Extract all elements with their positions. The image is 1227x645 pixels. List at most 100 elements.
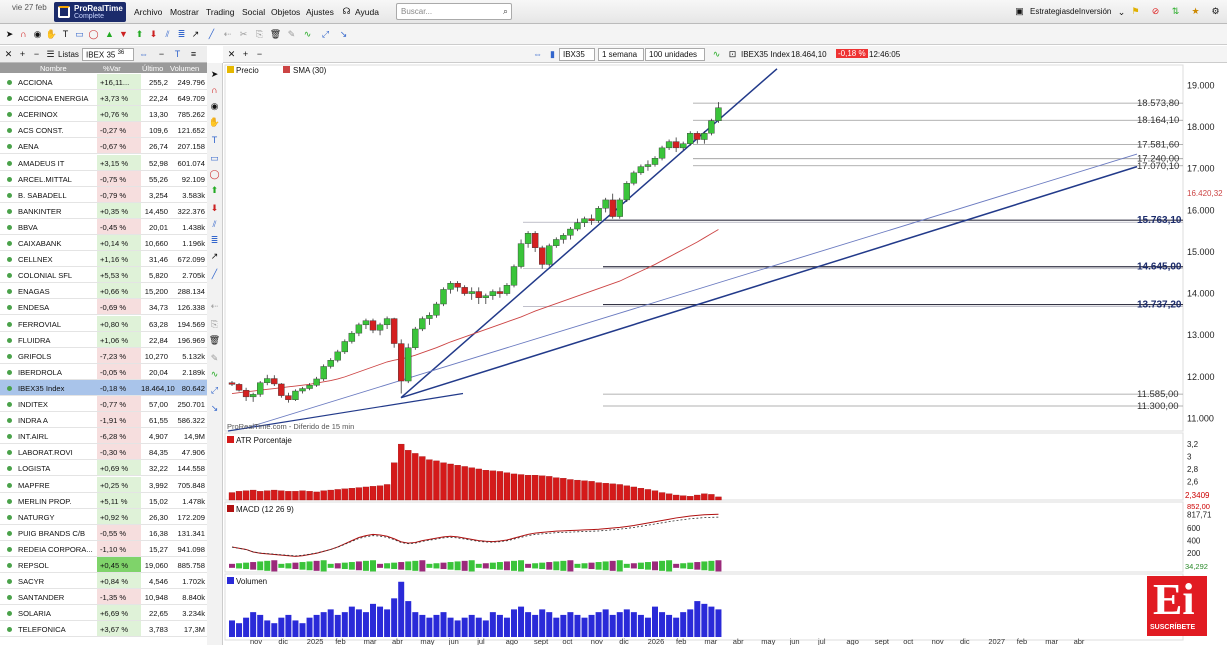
table-row[interactable]: MERLIN PROP. +5,11 % 15,02 1.478k	[0, 492, 207, 509]
account-menu[interactable]: EstrategiasdeInversión	[1030, 7, 1111, 16]
candle-type-icon[interactable]: ∿	[711, 49, 722, 60]
ellipse-icon[interactable]: ◯	[209, 169, 220, 180]
table-row[interactable]: AENA -0,67 % 26,74 207.158	[0, 138, 207, 155]
chart-area[interactable]: 18.573,8018.164,1017.581,6017.240,0017.0…	[223, 63, 1227, 645]
table-row[interactable]: MAPFRE +0,25 % 3,992 705.848	[0, 476, 207, 493]
pencil-icon[interactable]: ✎	[286, 29, 297, 40]
table-row[interactable]: B. SABADELL -0,79 % 3,254 3.583k	[0, 186, 207, 203]
menu-objetos[interactable]: Objetos	[271, 7, 300, 17]
table-row[interactable]: LABORAT.ROVI -0,30 % 84,35 47.906	[0, 444, 207, 461]
close-chart-icon[interactable]: ✕	[226, 49, 237, 60]
channel-icon[interactable]: ⫽	[162, 29, 173, 40]
add-chart-icon[interactable]: +	[240, 49, 251, 60]
cut-icon[interactable]: ✂	[238, 29, 249, 40]
table-row[interactable]: INDITEX -0,77 % 57,00 250.701	[0, 396, 207, 413]
link-icon[interactable]: ⇔	[532, 49, 543, 60]
copy-icon[interactable]: ⎘	[209, 319, 220, 330]
table-row[interactable]: LOGISTA +0,69 % 32,22 144.558	[0, 460, 207, 477]
table-row[interactable]: BANKINTER +0,35 % 14,450 322.376	[0, 202, 207, 219]
table-row[interactable]: INDRA A -1,91 % 61,55 586.322	[0, 412, 207, 429]
lists-tab[interactable]: Listas	[58, 50, 79, 59]
pencil-icon[interactable]: ✎	[209, 353, 220, 364]
arrow-down-red-icon[interactable]: ⬇	[148, 29, 159, 40]
search-icon[interactable]: ⌕	[503, 6, 508, 17]
col-ultimo[interactable]: Último	[142, 64, 163, 73]
cursor-icon[interactable]: ➤	[209, 69, 220, 80]
ruler-icon[interactable]: ⇠	[209, 301, 220, 312]
chart-type-icon[interactable]: ▮	[547, 49, 558, 60]
indicator-icon[interactable]: ⊡	[727, 49, 738, 60]
table-row[interactable]: REDEIA CORPORA... -1,10 % 15,27 941.098	[0, 540, 207, 557]
fibonacci-icon[interactable]: ≣	[176, 29, 187, 40]
save-icon[interactable]: ▣	[1014, 6, 1025, 17]
table-row[interactable]: PUIG BRANDS C/B -0,55 % 16,38 131.341	[0, 524, 207, 541]
table-row[interactable]: ACS CONST. -0,27 % 109,6 121.652	[0, 122, 207, 139]
arrow-down-icon[interactable]: ▼	[118, 29, 129, 40]
brand-logo[interactable]: ProRealTime Complete	[54, 2, 126, 22]
table-row[interactable]: REPSOL +0,45 % 19,060 885.758	[0, 557, 207, 574]
table-row[interactable]: INT.AIRL -6,28 % 4,907 14,9M	[0, 428, 207, 445]
extend-icon[interactable]: ↘	[209, 403, 220, 414]
alert-icon[interactable]: ⊘	[1150, 6, 1161, 17]
line-icon[interactable]: ╱	[209, 269, 220, 280]
owl-icon[interactable]: ◉	[32, 29, 43, 40]
hand-icon[interactable]: ✋	[46, 29, 57, 40]
table-row[interactable]: NATURGY +0,92 % 26,30 172.209	[0, 508, 207, 525]
table-row[interactable]: IBEX35 Index -0,18 % 18.464,10 80.642	[0, 379, 207, 396]
ellipse-icon[interactable]: ◯	[88, 29, 99, 40]
menu-trading[interactable]: Trading	[206, 7, 235, 17]
menu-ajustes[interactable]: Ajustes	[306, 7, 334, 17]
table-row[interactable]: TELEFONICA +3,67 % 3,783 17,3M	[0, 621, 207, 638]
line-icon[interactable]: ╱	[206, 29, 217, 40]
wave-icon[interactable]: ∿	[209, 369, 220, 380]
wave-icon[interactable]: ∿	[302, 29, 313, 40]
rectangle-icon[interactable]: ▭	[74, 29, 85, 40]
table-row[interactable]: IBERDROLA -0,05 % 20,04 2.189k	[0, 363, 207, 380]
menu-icon[interactable]: ≡	[188, 49, 199, 60]
arrow-up-icon[interactable]: ▲	[104, 29, 115, 40]
table-row[interactable]: ENDESA -0,69 % 34,73 126.338	[0, 299, 207, 316]
zoom-icon[interactable]: ⤢	[209, 385, 220, 396]
text-tool-icon[interactable]: T	[209, 135, 220, 146]
arrow-up-icon[interactable]: ⬆	[209, 185, 220, 196]
trash-icon[interactable]: 🗑	[270, 29, 281, 40]
fibonacci-icon[interactable]: ≣	[209, 235, 220, 246]
chevron-down-icon[interactable]: ⌄	[1116, 7, 1127, 18]
magnet-icon[interactable]: ∩	[18, 29, 29, 40]
table-row[interactable]: SANTANDER -1,35 % 10,948 8.840k	[0, 589, 207, 606]
symbol-selector[interactable]: IBX35	[559, 48, 595, 61]
extend-icon[interactable]: ↘	[338, 29, 349, 40]
lists-icon[interactable]: ☰	[45, 49, 56, 60]
remove-icon[interactable]: −	[31, 49, 42, 60]
table-row[interactable]: ACCIONA ENERGIA +3,73 % 22,24 649.709	[0, 90, 207, 107]
menu-social[interactable]: Social	[242, 7, 265, 17]
menu-archivo[interactable]: Archivo	[134, 7, 162, 17]
col-var[interactable]: %Var	[103, 64, 121, 73]
menu-ayuda[interactable]: Ayuda	[355, 7, 379, 17]
rectangle-icon[interactable]: ▭	[209, 153, 220, 164]
sort-icon[interactable]: T	[172, 49, 183, 60]
col-nombre[interactable]: Nombre	[40, 64, 67, 73]
cursor-icon[interactable]: ➤	[4, 29, 15, 40]
columns-icon[interactable]: ⇔	[138, 49, 149, 60]
star-icon[interactable]: ★	[1190, 6, 1201, 17]
trendline-icon[interactable]: ↗	[209, 251, 220, 262]
table-row[interactable]: ACERINOX +0,76 % 13,30 785.262	[0, 106, 207, 123]
units-selector[interactable]: 100 unidades	[645, 48, 705, 61]
search-input[interactable]: Buscar... ⌕	[396, 3, 512, 20]
text-tool-icon[interactable]: T	[60, 29, 71, 40]
table-row[interactable]: FERROVIAL +0,80 % 63,28 194.569	[0, 315, 207, 332]
table-row[interactable]: SACYR +0,84 % 4,546 1.702k	[0, 573, 207, 590]
table-row[interactable]: GRIFOLS -7,23 % 10,270 5.132k	[0, 347, 207, 364]
minus-icon[interactable]: −	[156, 49, 167, 60]
ei-logo[interactable]: Ei SUSCRÍBETE	[1147, 576, 1207, 636]
list-selector[interactable]: IBEX 35 36	[82, 48, 134, 61]
channel-icon[interactable]: ⫽	[209, 219, 220, 230]
table-row[interactable]: FLUIDRA +1,06 % 22,84 196.969	[0, 331, 207, 348]
table-row[interactable]: BBVA -0,45 % 20,01 1.438k	[0, 218, 207, 235]
menu-mostrar[interactable]: Mostrar	[170, 7, 199, 17]
trade-icon[interactable]: ⇅	[1170, 6, 1181, 17]
arrow-down-icon[interactable]: ⬇	[209, 203, 220, 214]
table-row[interactable]: ACCIONA +16,11... 255,2 249.796	[0, 74, 207, 91]
table-row[interactable]: ARCEL.MITTAL -0,75 % 55,26 92.109	[0, 170, 207, 187]
